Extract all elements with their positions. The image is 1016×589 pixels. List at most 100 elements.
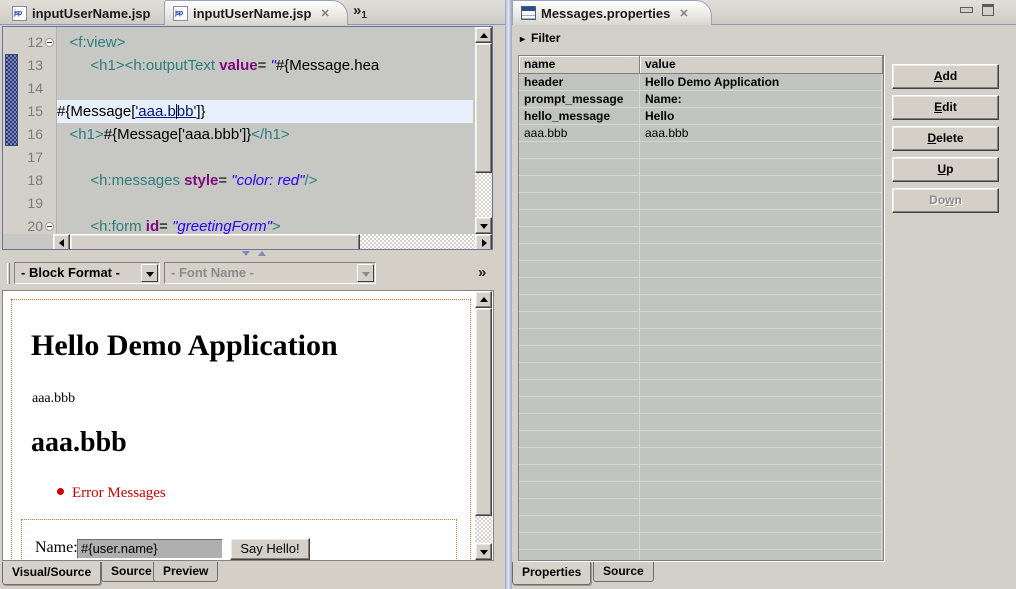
close-icon[interactable]: ✕ [679,7,688,20]
table-empty-row[interactable] [519,516,883,533]
editor-splitter[interactable] [2,250,494,258]
cell-name[interactable]: prompt_message [519,91,640,108]
cell-value[interactable]: Hello [640,108,882,125]
table-empty-row[interactable] [519,448,883,465]
cell-value[interactable] [640,329,882,346]
cell-name[interactable]: header [519,74,640,91]
cell-value[interactable] [640,261,882,278]
cell-name[interactable] [519,227,640,244]
cell-name[interactable] [519,346,640,363]
minimize-icon[interactable] [960,7,973,13]
cell-value[interactable] [640,193,882,210]
cell-value[interactable] [640,516,882,533]
cell-name[interactable] [519,278,640,295]
cell-value[interactable] [640,363,882,380]
cell-name[interactable] [519,193,640,210]
source-line[interactable]: 13 <h1><h:outputText value= "#{Message.h… [3,54,473,77]
scroll-right-icon[interactable] [475,234,492,249]
cell-name[interactable] [519,499,640,516]
maximize-icon[interactable] [982,4,994,16]
cell-name[interactable] [519,397,640,414]
cell-name[interactable]: aaa.bbb [519,125,640,142]
cell-value[interactable] [640,414,882,431]
scrollbar-thumb[interactable] [70,234,360,249]
add-button[interactable]: Add [892,64,999,89]
tab-props-source[interactable]: Source [593,562,654,582]
properties-table[interactable]: name value header Hello Demo Application p… [518,55,884,561]
cell-value[interactable] [640,482,882,499]
cell-name[interactable] [519,516,640,533]
source-editor[interactable]: 1112 <f:view>13 <h1><h:outputText value=… [2,26,493,250]
table-empty-row[interactable] [519,363,883,380]
cell-name[interactable] [519,363,640,380]
table-empty-row[interactable] [519,193,883,210]
cell-name[interactable] [519,244,640,261]
source-line[interactable]: 17 [3,146,473,169]
block-format-dropdown[interactable]: - Block Format - [14,262,160,284]
scroll-up-icon[interactable] [475,27,492,43]
cell-value[interactable] [640,227,882,244]
table-row[interactable]: aaa.bbb aaa.bbb [519,125,883,142]
table-empty-row[interactable] [519,414,883,431]
tab-overflow-indicator[interactable]: »1 [353,2,367,21]
preview-error-item[interactable]: Error Messages [57,485,166,502]
cell-value[interactable] [640,278,882,295]
cell-name[interactable] [519,159,640,176]
close-icon[interactable]: ✕ [320,7,329,20]
edit-button[interactable]: Edit [892,95,999,120]
cell-name[interactable] [519,482,640,499]
cell-name[interactable] [519,380,640,397]
cell-name[interactable] [519,176,640,193]
cell-name[interactable] [519,414,640,431]
source-line[interactable]: 12 <f:view> [3,31,473,54]
editor-tab-active[interactable]: inputUserName.jsp ✕ [164,0,348,25]
cell-value[interactable] [640,142,882,159]
cell-name[interactable] [519,329,640,346]
cell-name[interactable] [519,550,640,560]
table-empty-row[interactable] [519,482,883,499]
table-empty-row[interactable] [519,465,883,482]
cell-value[interactable] [640,550,882,560]
cell-value[interactable] [640,295,882,312]
properties-tab[interactable]: Messages.properties ✕ [512,0,712,25]
cell-value[interactable] [640,346,882,363]
table-row[interactable]: hello_message Hello [519,108,883,125]
cell-name[interactable] [519,465,640,482]
cell-value[interactable] [640,465,882,482]
cell-value[interactable] [640,397,882,414]
column-header-value[interactable]: value [640,56,883,74]
filter-section[interactable]: ▸ Filter [520,31,560,45]
cell-name[interactable] [519,312,640,329]
say-hello-button[interactable]: Say Hello! [230,538,310,560]
table-empty-row[interactable] [519,329,883,346]
table-empty-row[interactable] [519,550,883,560]
table-empty-row[interactable] [519,295,883,312]
table-empty-row[interactable] [519,380,883,397]
source-vertical-scrollbar[interactable] [475,27,492,234]
cell-value[interactable] [640,312,882,329]
scrollbar-thumb[interactable] [475,308,492,516]
table-empty-row[interactable] [519,533,883,550]
cell-value[interactable] [640,499,882,516]
preview-text[interactable]: aaa.bbb [32,391,75,407]
tab-preview[interactable]: Preview [153,562,219,582]
cell-value[interactable]: Name: [640,91,882,108]
fold-collapse-icon[interactable] [45,38,54,47]
cell-value[interactable] [640,448,882,465]
table-empty-row[interactable] [519,397,883,414]
cell-name[interactable] [519,142,640,159]
source-lines[interactable]: 1112 <f:view>13 <h1><h:outputText value=… [3,27,473,234]
tab-properties[interactable]: Properties [512,562,592,585]
panel-splitter[interactable] [505,0,512,589]
up-button[interactable]: Up [892,157,999,182]
cell-name[interactable]: hello_message [519,108,640,125]
cell-value[interactable] [640,380,882,397]
cell-value[interactable] [640,210,882,227]
cell-name[interactable] [519,431,640,448]
table-empty-row[interactable] [519,244,883,261]
table-empty-row[interactable] [519,210,883,227]
source-line[interactable]: 14 [3,77,473,100]
table-empty-row[interactable] [519,227,883,244]
tab-visual-source[interactable]: Visual/Source [2,562,102,585]
preview-heading[interactable]: aaa.bbb [31,427,127,459]
